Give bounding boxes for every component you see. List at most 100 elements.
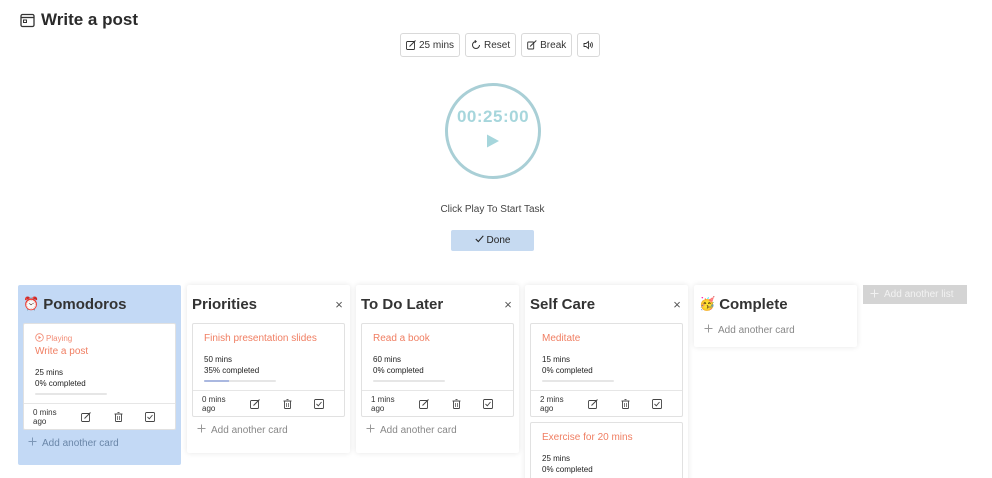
add-list-label: Add another list bbox=[884, 289, 954, 300]
trash-icon[interactable] bbox=[102, 411, 134, 422]
list-title: Priorities bbox=[192, 295, 258, 313]
status-label: Playing bbox=[46, 334, 73, 343]
timer-toolbar: 25 mins Reset Break bbox=[400, 33, 601, 57]
card-title: Read a book bbox=[373, 333, 430, 344]
progress-bar bbox=[542, 380, 614, 382]
done-label: Done bbox=[486, 235, 511, 246]
reset-label: Reset bbox=[484, 39, 511, 51]
card-duration: 60 mins bbox=[373, 355, 402, 364]
card-completion: 0% completed bbox=[542, 465, 593, 474]
checkmark-icon bbox=[474, 235, 484, 246]
card-footer: 2 mins ago bbox=[531, 390, 682, 416]
party-face-icon: 🥳 bbox=[699, 296, 716, 311]
add-list-button[interactable]: Add another list bbox=[863, 285, 967, 304]
edit-icon[interactable] bbox=[577, 398, 609, 409]
card-footer: 0 mins ago bbox=[193, 390, 344, 416]
card-title: Exercise for 20 mins bbox=[542, 432, 633, 443]
cup-icon bbox=[527, 40, 537, 50]
timer-ring bbox=[445, 83, 541, 179]
list-header: Priorities × bbox=[187, 285, 350, 323]
card-time-ago: 0 mins ago bbox=[33, 407, 57, 426]
checkbox-icon[interactable] bbox=[472, 398, 504, 409]
list-header: Self Care × bbox=[525, 285, 688, 323]
task-card[interactable]: Finish presentation slides 50 mins 35% c… bbox=[192, 323, 345, 417]
speaker-icon bbox=[583, 40, 594, 50]
task-card[interactable]: Read a book 60 mins 0% completed 1 mins … bbox=[361, 323, 514, 417]
plus-icon bbox=[704, 324, 713, 336]
card-duration: 25 mins bbox=[542, 454, 571, 463]
page-title-text: Write a post bbox=[41, 10, 138, 29]
checkbox-icon[interactable] bbox=[641, 398, 673, 409]
close-icon[interactable]: × bbox=[332, 297, 346, 312]
plus-icon bbox=[28, 437, 37, 449]
plus-icon bbox=[197, 424, 206, 436]
task-card[interactable]: Exercise for 20 mins 25 mins 0% complete… bbox=[530, 422, 683, 478]
edit-icon[interactable] bbox=[408, 398, 440, 409]
break-label: Break bbox=[540, 39, 567, 51]
done-button[interactable]: Done bbox=[451, 230, 534, 251]
add-card-label: Add another card bbox=[718, 324, 795, 336]
checkbox-icon[interactable] bbox=[134, 411, 166, 422]
list-title: Self Care bbox=[530, 295, 596, 313]
pomodoro-app: Write a post 25 mins Reset Break 00:25:0… bbox=[0, 0, 992, 478]
progress-bar bbox=[204, 380, 276, 382]
card-duration: 25 mins bbox=[35, 368, 64, 377]
card-time-ago: 1 mins ago bbox=[371, 394, 395, 413]
list-self-care: Self Care × Meditate 15 mins 0% complete… bbox=[525, 285, 688, 478]
progress-bar bbox=[373, 380, 445, 382]
checkbox-icon[interactable] bbox=[303, 398, 335, 409]
card-completion: 0% completed bbox=[542, 366, 593, 375]
card-title: Finish presentation slides bbox=[204, 333, 317, 344]
list-header: ⏰ Pomodoros bbox=[18, 285, 181, 323]
add-card-label: Add another card bbox=[42, 437, 119, 449]
play-icon[interactable] bbox=[486, 134, 500, 153]
progress-fill bbox=[204, 380, 230, 382]
duration-label: 25 mins bbox=[419, 39, 455, 51]
card-time-ago: 0 mins ago bbox=[202, 394, 226, 413]
task-card[interactable]: Meditate 15 mins 0% completed 2 mins ago bbox=[530, 323, 683, 417]
card-title: Write a post bbox=[35, 346, 89, 357]
trash-icon[interactable] bbox=[440, 398, 472, 409]
add-card-label: Add another card bbox=[380, 424, 457, 436]
add-card-button[interactable]: Add another card bbox=[694, 317, 857, 343]
play-circle-icon bbox=[35, 333, 44, 344]
card-completion: 0% completed bbox=[373, 366, 424, 375]
calendar-icon bbox=[20, 13, 35, 28]
edit-icon bbox=[406, 40, 416, 50]
plus-icon bbox=[870, 289, 879, 301]
timer-display: 00:25:00 bbox=[456, 107, 530, 126]
trash-icon[interactable] bbox=[271, 398, 303, 409]
reset-icon bbox=[471, 40, 481, 50]
timer-dial: 00:25:00 bbox=[445, 83, 541, 179]
trash-icon[interactable] bbox=[609, 398, 641, 409]
list-to-do-later: To Do Later × Read a book 60 mins 0% com… bbox=[356, 285, 519, 453]
edit-duration-button[interactable]: 25 mins bbox=[400, 33, 461, 57]
card-footer: 0 mins ago bbox=[24, 403, 175, 429]
sound-toggle-button[interactable] bbox=[577, 33, 601, 57]
list-pomodoros: ⏰ Pomodoros Playing Write a post 25 mins… bbox=[18, 285, 181, 465]
list-title: Pomodoros bbox=[43, 295, 127, 313]
list-header: To Do Later × bbox=[356, 285, 519, 323]
list-title: To Do Later bbox=[361, 295, 444, 313]
list-complete: 🥳 Complete Add another card bbox=[694, 285, 857, 347]
card-completion: 35% completed bbox=[204, 366, 260, 375]
close-icon[interactable]: × bbox=[670, 297, 684, 312]
add-card-button[interactable]: Add another card bbox=[18, 430, 181, 456]
page-title: Write a post bbox=[20, 10, 138, 30]
timer-instruction: Click Play To Start Task bbox=[440, 204, 545, 215]
add-card-button[interactable]: Add another card bbox=[356, 417, 519, 443]
edit-icon[interactable] bbox=[70, 411, 102, 422]
add-card-label: Add another card bbox=[211, 424, 288, 436]
edit-icon[interactable] bbox=[239, 398, 271, 409]
list-title: Complete bbox=[719, 295, 788, 313]
card-body: Exercise for 20 mins 25 mins 0% complete… bbox=[531, 423, 682, 478]
plus-icon bbox=[366, 424, 375, 436]
task-card[interactable]: Playing Write a post 25 mins 0% complete… bbox=[23, 323, 176, 430]
close-icon[interactable]: × bbox=[501, 297, 515, 312]
reset-button[interactable]: Reset bbox=[465, 33, 517, 57]
add-card-button[interactable]: Add another card bbox=[187, 417, 350, 443]
card-title: Meditate bbox=[542, 333, 581, 344]
card-body: Meditate 15 mins 0% completed bbox=[531, 324, 682, 390]
break-button[interactable]: Break bbox=[521, 33, 573, 57]
card-duration: 50 mins bbox=[204, 355, 233, 364]
